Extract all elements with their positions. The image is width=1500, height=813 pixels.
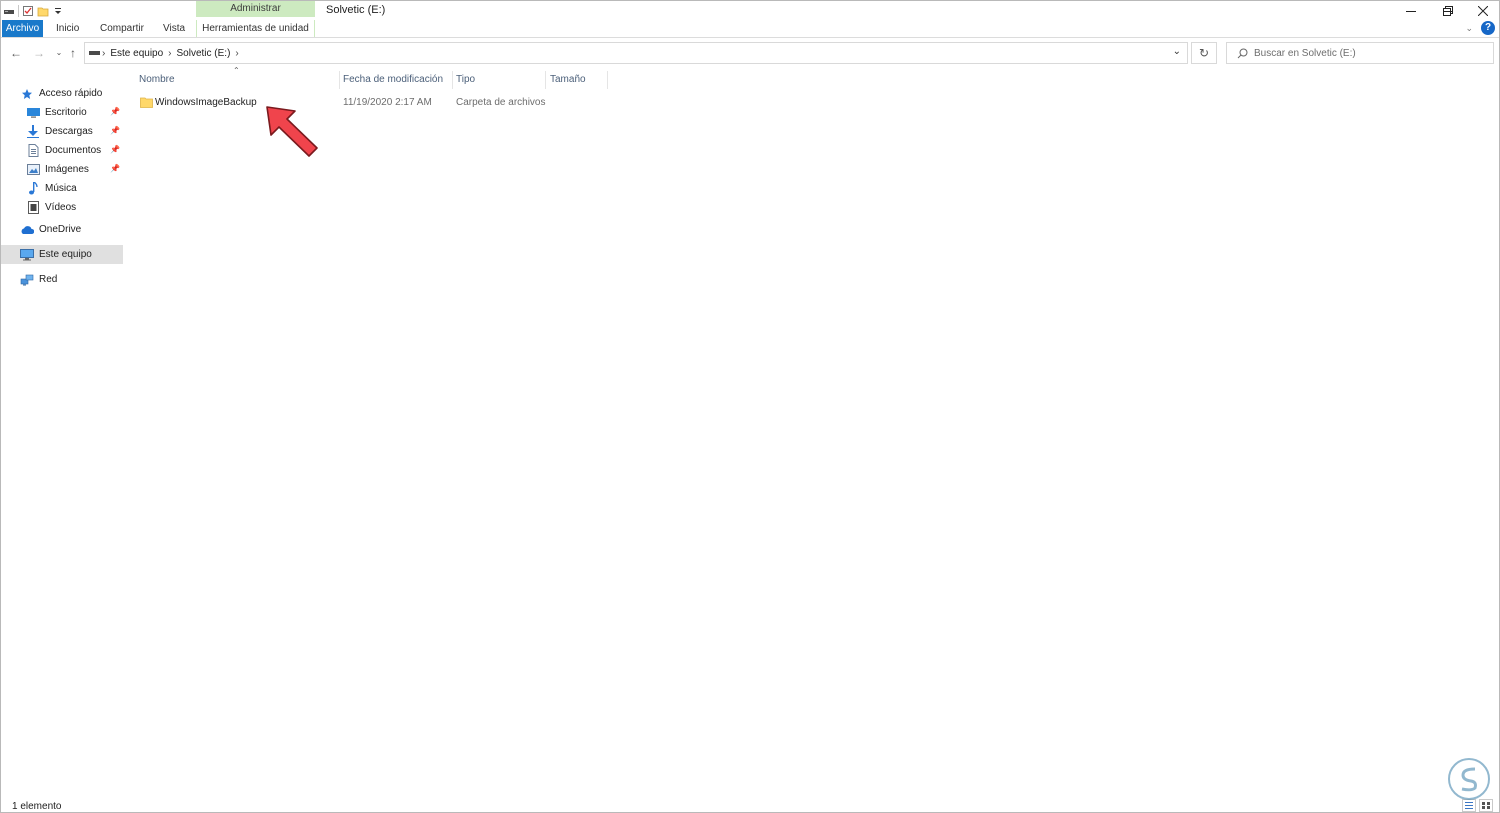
window-title: Solvetic (E:) — [326, 4, 386, 16]
search-input[interactable] — [1254, 47, 1484, 59]
column-header-fecha[interactable]: Fecha de modificación — [339, 71, 452, 89]
video-icon — [26, 201, 40, 215]
tab-vista[interactable]: Vista — [163, 20, 185, 37]
new-folder-icon[interactable] — [37, 5, 49, 17]
sidebar-item-label: Acceso rápido — [39, 88, 103, 99]
pin-icon[interactable]: 📌 — [110, 145, 120, 154]
back-arrow-icon[interactable]: ← — [8, 45, 24, 61]
breadcrumb-solvetic[interactable]: Solvetic (E:) — [177, 48, 231, 59]
address-bar[interactable]: › Este equipo › Solvetic (E:) › ⌄ — [84, 42, 1188, 64]
download-icon — [26, 125, 40, 139]
sidebar-item-label: OneDrive — [39, 224, 82, 235]
refresh-button[interactable]: ↻ — [1191, 42, 1217, 64]
navigation-pane: Acceso rápido Escritorio 📌 Descargas 📌 D… — [1, 81, 124, 801]
status-bar: 1 elemento — [1, 798, 1499, 813]
column-header-tamano[interactable]: Tamaño — [546, 71, 607, 89]
sidebar-item-onedrive[interactable]: OneDrive — [1, 220, 123, 239]
sidebar-item-red[interactable]: Red — [1, 270, 123, 289]
column-header-tipo[interactable]: Tipo — [452, 71, 545, 89]
pin-icon[interactable]: 📌 — [110, 126, 120, 135]
sidebar-item-descargas[interactable]: Descargas 📌 — [1, 122, 123, 141]
drive-icon[interactable] — [3, 5, 15, 17]
column-divider[interactable] — [607, 71, 608, 89]
customize-dropdown-icon[interactable] — [52, 5, 64, 17]
ribbon-right-controls: ⌄ ? — [1465, 21, 1495, 35]
sidebar-item-label: Documentos — [45, 145, 102, 156]
folder-icon — [140, 96, 153, 111]
tab-archivo[interactable]: Archivo — [2, 20, 43, 37]
help-icon[interactable]: ? — [1481, 21, 1495, 35]
sidebar-item-label: Música — [45, 183, 77, 194]
expand-ribbon-icon[interactable]: ⌄ — [1465, 23, 1473, 34]
sidebar-item-label: Vídeos — [45, 202, 77, 213]
address-dropdown-icon[interactable]: ⌄ — [1173, 46, 1181, 57]
item-count: 1 elemento — [12, 801, 62, 812]
sidebar-item-label: Este equipo — [39, 249, 92, 260]
contextual-tab-header: Administrar — [196, 1, 315, 17]
cloud-icon — [20, 223, 34, 237]
music-icon — [26, 182, 40, 196]
network-icon — [20, 273, 34, 287]
file-type: Carpeta de archivos — [456, 97, 546, 108]
minimize-control[interactable] — [1392, 1, 1429, 20]
sidebar-item-label: Descargas — [45, 126, 93, 137]
forward-arrow-icon[interactable]: → — [31, 45, 47, 61]
up-arrow-icon[interactable]: ↑ — [65, 45, 81, 61]
close-button[interactable] — [1464, 1, 1500, 20]
title-bar: Administrar Solvetic (E:) — [1, 1, 1499, 20]
ribbon-tabs: Archivo Inicio Compartir Vista Herramien… — [1, 20, 1499, 38]
sidebar-item-escritorio[interactable]: Escritorio 📌 — [1, 103, 123, 122]
file-name[interactable]: WindowsImageBackup — [155, 97, 257, 108]
desktop-icon — [26, 106, 40, 120]
breadcrumb-chevron-icon[interactable]: › — [168, 48, 171, 59]
breadcrumb-chevron-icon[interactable]: › — [235, 48, 238, 59]
toolbar-separator — [18, 4, 19, 17]
pin-icon[interactable]: 📌 — [110, 164, 120, 173]
column-header-nombre[interactable]: Nombre — [135, 71, 339, 89]
sidebar-item-musica[interactable]: Música — [1, 179, 123, 198]
computer-icon — [20, 248, 34, 262]
explorer-window: Administrar Solvetic (E:) Archivo Inicio… — [0, 0, 1500, 813]
breadcrumb-chevron-icon[interactable]: › — [102, 48, 105, 59]
quick-access-toolbar — [3, 3, 64, 18]
tab-herramientas-de-unidad[interactable]: Herramientas de unidad — [196, 20, 315, 37]
pin-icon[interactable]: 📌 — [110, 107, 120, 116]
annotation-arrow-icon — [266, 106, 318, 157]
tab-inicio[interactable]: Inicio — [56, 20, 79, 37]
properties-icon[interactable] — [22, 5, 34, 17]
navigation-bar: ← → ⌄ ↑ › Este equipo › Solvetic (E:) › … — [1, 42, 1499, 64]
star-icon — [20, 87, 34, 101]
search-icon — [1237, 48, 1248, 58]
sidebar-item-este-equipo[interactable]: Este equipo — [1, 245, 123, 264]
drive-icon — [89, 47, 101, 60]
tab-compartir[interactable]: Compartir — [100, 20, 144, 37]
pictures-icon — [26, 163, 40, 177]
sidebar-item-imagenes[interactable]: Imágenes 📌 — [1, 160, 123, 179]
file-modified: 11/19/2020 2:17 AM — [343, 97, 432, 108]
sidebar-item-label: Escritorio — [45, 107, 87, 118]
breadcrumb-este-equipo[interactable]: Este equipo — [110, 48, 163, 59]
search-box[interactable] — [1226, 42, 1494, 64]
restore-button[interactable] — [1429, 1, 1466, 20]
document-icon — [26, 144, 40, 158]
watermark-logo-icon — [1448, 758, 1490, 800]
sidebar-item-videos[interactable]: Vídeos — [1, 198, 123, 217]
sidebar-item-documentos[interactable]: Documentos 📌 — [1, 141, 123, 160]
file-row[interactable]: WindowsImageBackup 11/19/2020 2:17 AM Ca… — [135, 93, 555, 113]
sidebar-item-label: Imágenes — [45, 164, 89, 175]
sidebar-item-acceso-rapido[interactable]: Acceso rápido — [1, 84, 123, 103]
sidebar-item-label: Red — [39, 274, 58, 285]
